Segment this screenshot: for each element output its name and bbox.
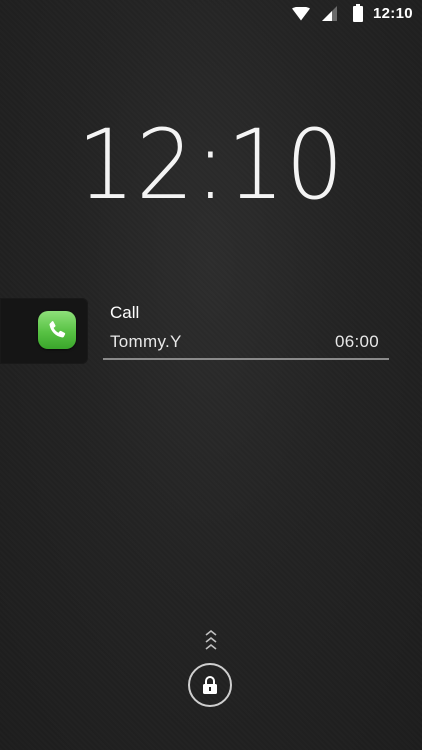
phone-call-icon[interactable] [38, 311, 76, 349]
phone-handset-icon [49, 321, 66, 338]
cellular-signal-icon [322, 6, 337, 21]
lockscreen-clock: 12:10 [0, 110, 422, 220]
status-time: 12:10 [373, 5, 413, 22]
clock-time: 12:10 [77, 109, 345, 221]
chevron-up-double-icon [205, 629, 217, 650]
notification-time: 06:00 [334, 332, 379, 351]
notification-title[interactable]: Call [110, 303, 139, 323]
status-bar: 12:10 [0, 0, 422, 28]
notification-divider [103, 358, 389, 360]
notification-caller[interactable]: Tommy.Y [110, 332, 182, 352]
unlock-button[interactable] [188, 663, 232, 707]
battery-icon [353, 4, 363, 22]
notification-icon-panel[interactable] [0, 298, 88, 364]
wifi-icon [292, 7, 310, 21]
lock-icon [203, 676, 217, 694]
